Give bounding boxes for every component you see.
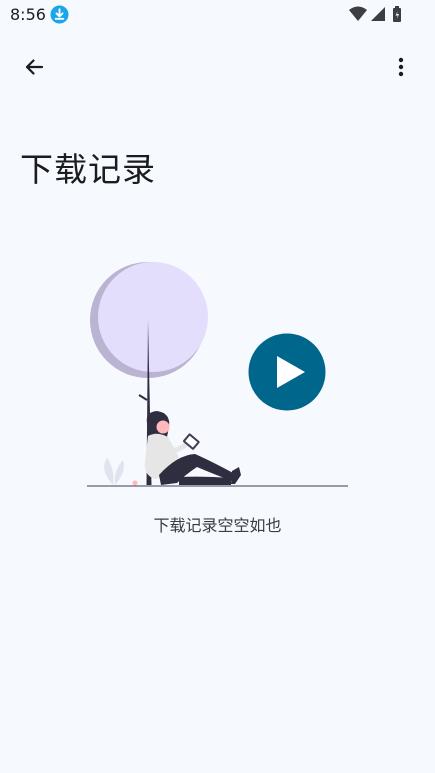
more-vert-icon [398, 57, 404, 77]
tree-crown [98, 262, 208, 372]
wifi-icon [349, 6, 367, 21]
page-title: 下载记录 [20, 150, 156, 189]
status-time: 8:56 [10, 5, 46, 24]
back-button[interactable] [14, 47, 54, 87]
empty-state-message: 下载记录空空如也 [153, 516, 282, 535]
empty-state-illustration [87, 262, 348, 487]
battery-icon [393, 6, 401, 22]
more-options-button[interactable] [381, 47, 421, 87]
status-icons [349, 6, 401, 22]
play-button-graphic [248, 333, 326, 411]
signal-icon [371, 7, 385, 21]
download-notification-icon [50, 5, 69, 24]
arrow-back-icon [25, 59, 44, 75]
status-bar: 8:56 [0, 0, 435, 30]
person-reading [132, 411, 241, 486]
